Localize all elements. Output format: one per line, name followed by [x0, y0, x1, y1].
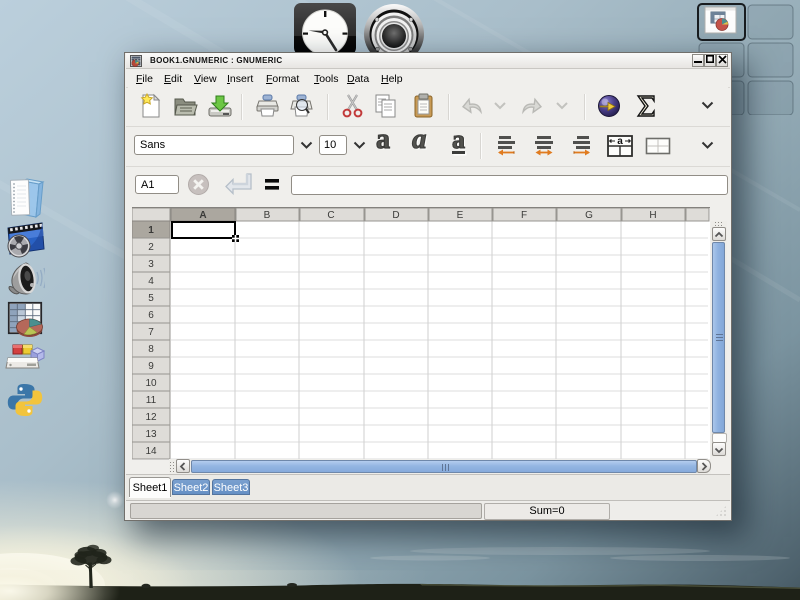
svg-text:9: 9 [148, 361, 154, 372]
svg-text:14: 14 [145, 446, 157, 457]
svg-text:4: 4 [148, 276, 154, 287]
svg-text:1: 1 [148, 225, 154, 236]
svg-text:10: 10 [145, 378, 157, 389]
svg-text:7: 7 [148, 327, 154, 338]
svg-text:B: B [264, 210, 271, 221]
svg-text:F: F [521, 210, 527, 221]
svg-text:E: E [457, 210, 464, 221]
svg-text:6: 6 [148, 310, 154, 321]
svg-text:3: 3 [148, 259, 154, 270]
svg-text:H: H [649, 210, 656, 221]
svg-text:D: D [392, 210, 399, 221]
svg-text:8: 8 [148, 344, 154, 355]
svg-text:11: 11 [146, 395, 157, 406]
svg-text:a: a [617, 136, 623, 147]
svg-text:G: G [585, 210, 593, 221]
svg-text:2: 2 [148, 242, 154, 253]
svg-text:A: A [199, 210, 206, 221]
svg-text:C: C [327, 210, 334, 221]
svg-text:12: 12 [145, 412, 157, 423]
svg-text:5: 5 [148, 293, 154, 304]
svg-text:13: 13 [145, 429, 157, 440]
